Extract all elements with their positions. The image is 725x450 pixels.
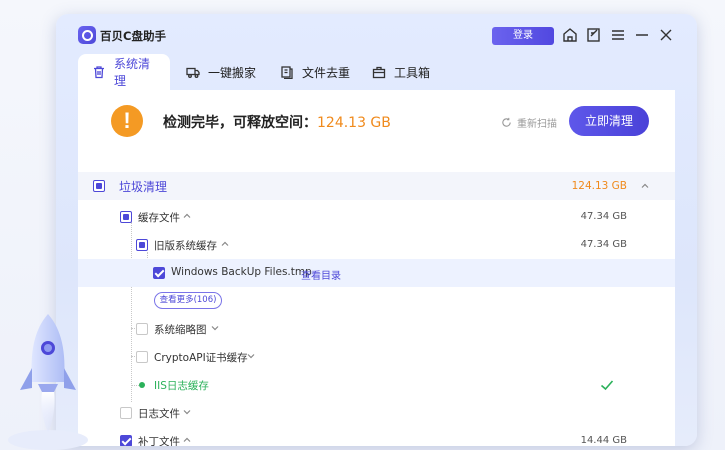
tree-row-patches[interactable]: 补丁文件 14.44 GB <box>78 427 675 446</box>
toolbox-icon <box>372 65 386 79</box>
chevron-up-icon[interactable] <box>640 181 650 191</box>
tab-label: 一键搬家 <box>208 65 257 80</box>
tab-system-clean[interactable]: 系统清理 <box>78 54 170 90</box>
chevron-up-icon[interactable] <box>220 239 230 249</box>
warning-icon: ! <box>111 105 143 137</box>
chevron-down-icon[interactable] <box>246 351 256 361</box>
tree-row-iis[interactable]: IIS日志缓存 <box>78 371 675 399</box>
tree-row-logs[interactable]: 日志文件 <box>78 399 675 427</box>
tab-dedupe[interactable]: 文件去重 <box>266 54 364 90</box>
checkmark-icon <box>599 377 615 393</box>
cache-checkbox[interactable] <box>120 211 132 223</box>
thumbnails-label: 系统缩略图 <box>154 324 207 336</box>
content-panel: ! 检测完毕，可释放空间：124.13 GB 重新扫描 立即清理 垃圾清理 12… <box>78 90 675 446</box>
scan-summary: ! 检测完毕，可释放空间：124.13 GB 重新扫描 立即清理 <box>78 90 675 154</box>
status-dot <box>139 382 145 388</box>
rescan-label: 重新扫描 <box>517 119 557 130</box>
iis-label: IIS日志缓存 <box>154 380 209 392</box>
tab-toolbox[interactable]: 工具箱 <box>358 54 444 90</box>
tree-row-thumbnails[interactable]: 系统缩略图 <box>78 315 675 343</box>
old-cache-size: 47.34 GB <box>580 239 627 250</box>
view-directory-link[interactable]: 查看目录 <box>301 267 341 282</box>
chevron-up-icon[interactable] <box>182 435 192 445</box>
thumbnails-checkbox[interactable] <box>136 323 148 335</box>
tab-bar: 系统清理 一键搬家 文件去重 工具箱 <box>78 54 678 90</box>
app-title: 百贝C盘助手 <box>100 29 166 43</box>
app-logo-icon <box>78 26 96 44</box>
patches-label: 补丁文件 <box>138 436 180 446</box>
tree-row-old-cache[interactable]: 旧版系统缓存 47.34 GB <box>78 231 675 259</box>
patches-size: 14.44 GB <box>580 435 627 446</box>
chevron-down-icon[interactable] <box>182 407 192 417</box>
tree-row-crypto[interactable]: CryptoAPI证书缓存 <box>78 343 675 371</box>
menu-icon[interactable] <box>609 26 627 44</box>
junk-label: 垃圾清理 <box>119 180 168 194</box>
chevron-down-icon[interactable] <box>210 323 220 333</box>
crypto-checkbox[interactable] <box>136 351 148 363</box>
minimize-icon[interactable] <box>633 26 651 44</box>
old-cache-label: 旧版系统缓存 <box>154 240 217 252</box>
junk-size: 124.13 GB <box>571 180 627 192</box>
chevron-up-icon[interactable] <box>182 211 192 221</box>
rocket-illustration <box>0 308 90 450</box>
view-more-button[interactable]: 查看更多(106) <box>154 292 222 309</box>
junk-checkbox[interactable] <box>93 180 105 192</box>
clean-now-button[interactable]: 立即清理 <box>569 106 649 136</box>
summary-size: 124.13 GB <box>317 115 391 131</box>
cache-size: 47.34 GB <box>580 211 627 222</box>
old-cache-checkbox[interactable] <box>136 239 148 251</box>
login-button[interactable]: 登录 <box>492 27 554 45</box>
truck-icon <box>186 65 200 79</box>
tab-label: 文件去重 <box>302 65 351 80</box>
backup-file-label: Windows BackUp Files.tmp <box>171 266 312 278</box>
file-copy-icon <box>280 65 294 79</box>
app-window: 百贝C盘助手 登录 系统清理 一键搬家 文件去重 工具箱 ! 检测完毕，可释放空… <box>56 14 697 446</box>
refresh-icon <box>501 117 512 128</box>
backup-file-checkbox[interactable] <box>153 267 165 279</box>
tab-label: 系统清理 <box>114 57 151 88</box>
rescan-button[interactable]: 重新扫描 <box>501 115 557 130</box>
title-bar: 百贝C盘助手 登录 <box>56 14 697 56</box>
cache-label: 缓存文件 <box>138 212 180 224</box>
patches-checkbox[interactable] <box>120 435 132 446</box>
logs-checkbox[interactable] <box>120 407 132 419</box>
home-icon[interactable] <box>561 26 579 44</box>
tree-row-junk[interactable]: 垃圾清理 124.13 GB <box>78 172 675 200</box>
summary-label: 检测完毕，可释放空间： <box>163 115 317 131</box>
close-icon[interactable] <box>657 26 675 44</box>
tab-label: 工具箱 <box>394 65 431 80</box>
feedback-icon[interactable] <box>585 26 603 44</box>
trash-icon <box>92 65 106 79</box>
tab-migrate[interactable]: 一键搬家 <box>172 54 270 90</box>
tree-row-cache[interactable]: 缓存文件 47.34 GB <box>78 203 675 231</box>
logs-label: 日志文件 <box>138 408 180 420</box>
tree-row-backup-file[interactable]: Windows BackUp Files.tmp 查看目录 <box>78 259 675 287</box>
summary-text: 检测完毕，可释放空间：124.13 GB <box>163 112 391 132</box>
crypto-label: CryptoAPI证书缓存 <box>154 352 248 364</box>
